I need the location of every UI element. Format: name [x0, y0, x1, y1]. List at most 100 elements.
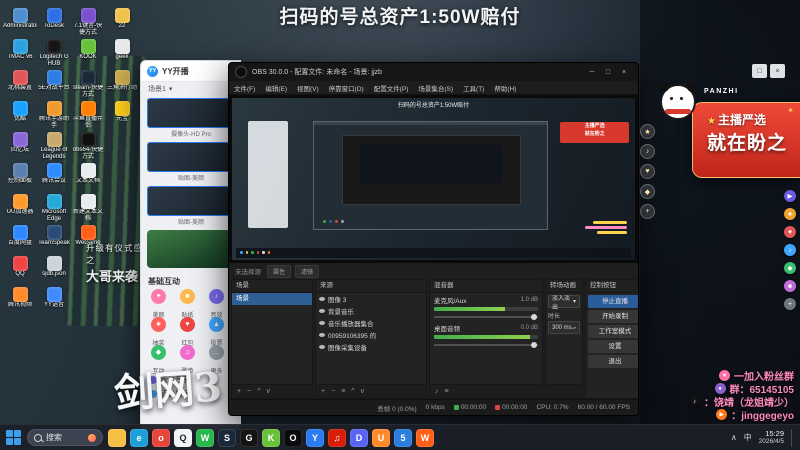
- desktop-icon[interactable]: 百度网盘: [3, 225, 37, 253]
- visibility-eye-icon[interactable]: [319, 309, 325, 313]
- transition-select[interactable]: 淡入淡出 ▾: [548, 295, 580, 311]
- yy-tool-item[interactable]: ■ 贴纸: [173, 289, 202, 319]
- window-control-button[interactable]: □: [752, 64, 767, 78]
- menu-item[interactable]: 视图(V): [292, 83, 324, 93]
- right-dock-icon[interactable]: ■: [784, 280, 796, 292]
- desktop-icon[interactable]: 控制面板: [3, 163, 37, 191]
- desktop-icon[interactable]: sjdb.json: [37, 256, 71, 284]
- show-desktop-sliver[interactable]: [791, 428, 794, 447]
- taskbar-app-icon[interactable]: D: [350, 428, 368, 447]
- right-dock-icon[interactable]: ▶: [784, 190, 796, 202]
- taskbar-app-icon[interactable]: W: [416, 428, 434, 447]
- visibility-eye-icon[interactable]: [319, 321, 325, 325]
- source-action-button[interactable]: 属性: [267, 264, 292, 278]
- yy-tool-item[interactable]: ▲ 投票: [202, 317, 231, 347]
- desktop-icon[interactable]: 5E对战平台: [37, 70, 71, 98]
- right-dock-icon[interactable]: ♥: [784, 226, 796, 238]
- desktop-icon[interactable]: 回忆坛: [3, 132, 37, 160]
- menu-item[interactable]: 文件(F): [229, 83, 260, 93]
- desktop-icon[interactable]: 优酷: [3, 101, 37, 129]
- tray-expand-icon[interactable]: ∧: [731, 433, 737, 442]
- obs-titlebar[interactable]: OBS 30.0.0 - 配置文件: 未命名 - 场景: jjzb ─ □ ×: [229, 63, 638, 81]
- source-row[interactable]: 背景音乐: [316, 305, 426, 317]
- desktop-icon[interactable]: steam-快捷方式: [71, 70, 105, 98]
- taskbar-app-icon[interactable]: G: [240, 428, 258, 447]
- desktop-icon[interactable]: QQ: [3, 256, 37, 284]
- yy-scene-thumbnail[interactable]: 贴图-美颜: [147, 186, 235, 226]
- volume-slider[interactable]: [434, 341, 538, 348]
- yy-tool-item[interactable]: ♥ 红包: [173, 317, 202, 347]
- desktop-icon[interactable]: League of Legends: [37, 132, 71, 160]
- desktop-icon[interactable]: Microsoft Edge: [37, 194, 71, 222]
- yy-scene-selector[interactable]: 场景1 ▾: [141, 82, 241, 96]
- right-dock-icon[interactable]: ◆: [640, 184, 655, 199]
- input-language-indicator[interactable]: 中: [744, 432, 752, 443]
- dock-toolbar-button[interactable]: v: [266, 388, 270, 395]
- window-control-button[interactable]: □: [600, 69, 616, 76]
- control-button[interactable]: 设置: [588, 340, 638, 353]
- dock-toolbar-button[interactable]: +: [237, 388, 241, 395]
- yy-scene-thumbnail[interactable]: 摄像头-HD Pro: [147, 98, 235, 138]
- dock-toolbar-button[interactable]: ≡: [445, 388, 449, 395]
- desktop-icon[interactable]: 北桃装置: [3, 70, 37, 98]
- desktop-icon[interactable]: 新建文本文档: [71, 194, 105, 222]
- desktop-icon[interactable]: 三角洲行动: [105, 70, 139, 98]
- yy-tool-item[interactable]: ♪ 音效: [202, 289, 231, 319]
- source-row[interactable]: 音乐播放器集合: [316, 317, 426, 329]
- obs-preview-area[interactable]: 扫码的号总资产1:50W赔付 主播严选 就在盼之: [229, 95, 638, 263]
- window-control-button[interactable]: ×: [616, 69, 632, 76]
- desktop-icon[interactable]: geek: [105, 39, 139, 67]
- desktop-icon[interactable]: KOOK: [71, 39, 105, 67]
- right-dock-icon[interactable]: ◆: [784, 262, 796, 274]
- control-button[interactable]: 停止直播: [588, 295, 638, 308]
- taskbar-app-icon[interactable]: [108, 428, 126, 447]
- taskbar-app-icon[interactable]: 5: [394, 428, 412, 447]
- taskbar-app-icon[interactable]: e: [130, 428, 148, 447]
- taskbar-app-icon[interactable]: ♫: [328, 428, 346, 447]
- scene-item[interactable]: 场景: [232, 293, 312, 305]
- dock-toolbar-button[interactable]: ♪: [435, 388, 439, 395]
- visibility-eye-icon[interactable]: [319, 297, 325, 301]
- menu-item[interactable]: 帮助(H): [489, 83, 521, 93]
- dock-toolbar-button[interactable]: v: [361, 388, 365, 395]
- taskbar-app-icon[interactable]: O: [284, 428, 302, 447]
- dock-toolbar-button[interactable]: ^: [351, 388, 354, 395]
- desktop-icon[interactable]: TMAC v6: [3, 39, 37, 67]
- right-dock-icon[interactable]: ♪: [784, 244, 796, 256]
- dock-toolbar-button[interactable]: −: [247, 388, 251, 395]
- start-button[interactable]: [6, 429, 22, 446]
- taskbar-app-icon[interactable]: S: [218, 428, 236, 447]
- menu-item[interactable]: 编辑(E): [260, 83, 292, 93]
- source-row[interactable]: 图像采集设备: [316, 341, 426, 353]
- source-action-button[interactable]: 滤镜: [295, 264, 320, 278]
- taskbar-app-icon[interactable]: Q: [174, 428, 192, 447]
- menu-item[interactable]: 配置文件(P): [369, 83, 414, 93]
- slider-knob[interactable]: [531, 314, 537, 320]
- dock-toolbar-button[interactable]: ^: [257, 388, 260, 395]
- taskbar-app-icon[interactable]: o: [152, 428, 170, 447]
- control-button[interactable]: 工作室模式: [588, 325, 638, 338]
- visibility-eye-icon[interactable]: [319, 345, 325, 349]
- desktop-icon[interactable]: obs64-快捷方式: [71, 132, 105, 160]
- source-row[interactable]: 图像 3: [316, 293, 426, 305]
- search-input[interactable]: [46, 433, 78, 442]
- menu-item[interactable]: 场景集合(S): [413, 83, 458, 93]
- stepper-arrows-icon[interactable]: ▴▾: [572, 325, 576, 330]
- right-dock-icon[interactable]: +: [640, 204, 655, 219]
- taskbar-app-icon[interactable]: U: [372, 428, 390, 447]
- slider-knob[interactable]: [531, 342, 537, 348]
- desktop-icon[interactable]: TeamSpeak: [37, 225, 71, 253]
- yy-tool-item[interactable]: ✦ 美颜: [144, 289, 173, 319]
- taskbar-search[interactable]: [27, 429, 103, 446]
- dock-toolbar-button[interactable]: ≡: [341, 388, 345, 395]
- taskbar-app-icon[interactable]: Y: [306, 428, 324, 447]
- desktop-icon[interactable]: 腾讯手游助手: [37, 101, 71, 129]
- window-control-button[interactable]: ─: [584, 69, 600, 76]
- control-button[interactable]: 开始录制: [588, 310, 638, 323]
- yy-tool-item[interactable]: ★ 抽奖: [144, 317, 173, 347]
- source-row[interactable]: 00959106395 的: [316, 329, 426, 341]
- desktop-icon[interactable]: 斗鱼直播伴侣: [71, 101, 105, 129]
- right-dock-icon[interactable]: ★: [784, 208, 796, 220]
- desktop-icon[interactable]: YY语音: [37, 287, 71, 315]
- yy-titlebar[interactable]: YY YY开播: [141, 61, 241, 82]
